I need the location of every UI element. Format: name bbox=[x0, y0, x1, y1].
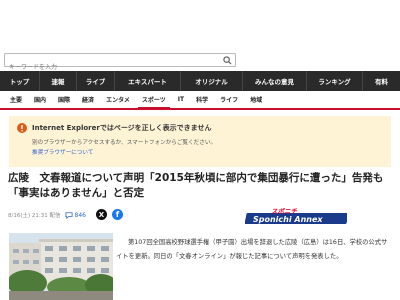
tab-opinions[interactable]: みんなの意見 bbox=[243, 71, 307, 91]
article-body: 第107回全国高校野球選手権（甲子園）出場を辞退した広陵（広島）は16日、学校の… bbox=[116, 239, 388, 260]
tab-ranking[interactable]: ランキング bbox=[307, 71, 363, 91]
search-icon[interactable] bbox=[223, 56, 232, 65]
browser-warning: Internet Explorerではページを正しく表示できません 別のブラウザ… bbox=[9, 116, 391, 167]
article-photo[interactable] bbox=[9, 233, 113, 300]
site-header bbox=[0, 0, 400, 44]
comment-count[interactable]: 846 bbox=[75, 212, 86, 219]
warning-icon bbox=[17, 123, 27, 133]
share-x-button[interactable]: X bbox=[96, 209, 107, 220]
school-building-image bbox=[9, 233, 113, 300]
tab-top[interactable]: トップ bbox=[0, 71, 40, 91]
tab-paid[interactable]: 有料 bbox=[363, 71, 400, 91]
category-main[interactable]: 主要 bbox=[4, 91, 28, 108]
tab-original[interactable]: オリジナル bbox=[181, 71, 243, 91]
article-headline: 広陵 文春報道について声明「2015年秋頃に部内で集団暴行に遭った」告発も「事実… bbox=[8, 172, 384, 199]
logo-text: Sponichi Annex bbox=[253, 215, 323, 224]
category-economy[interactable]: 経済 bbox=[76, 91, 100, 108]
category-entertainment[interactable]: エンタメ bbox=[100, 91, 136, 108]
warning-title: Internet Explorerではページを正しく表示できません bbox=[32, 124, 212, 132]
category-sports[interactable]: スポーツ bbox=[136, 91, 172, 110]
category-nav: 主要 国内 国際 経済 エンタメ スポーツ IT 科学 ライフ 地域 bbox=[0, 91, 400, 110]
category-local[interactable]: 地域 bbox=[244, 91, 268, 108]
sponichi-annex-logo[interactable]: スポニチ Sponichi Annex bbox=[245, 207, 347, 225]
article-meta: 8/16(土) 21:31 配信 846 bbox=[8, 211, 86, 220]
search-field[interactable] bbox=[4, 53, 236, 74]
category-domestic[interactable]: 国内 bbox=[28, 91, 52, 108]
main-nav: トップ 速報 ライブ エキスパート オリジナル みんなの意見 ランキング 有料 bbox=[0, 71, 400, 91]
category-it[interactable]: IT bbox=[172, 91, 190, 108]
warning-text: 別のブラウザーからアクセスするか、スマートフォンからご覧ください。 bbox=[32, 140, 217, 146]
tab-live[interactable]: ライブ bbox=[77, 71, 115, 91]
comment-icon[interactable] bbox=[65, 211, 73, 219]
recommended-browser-link[interactable]: 推奨ブラウザーについて bbox=[32, 148, 93, 156]
category-life[interactable]: ライフ bbox=[214, 91, 244, 108]
tab-breaking[interactable]: 速報 bbox=[40, 71, 77, 91]
article-date: 8/16(土) 21:31 配信 bbox=[8, 213, 61, 219]
tab-expert[interactable]: エキスパート bbox=[115, 71, 181, 91]
category-science[interactable]: 科学 bbox=[190, 91, 214, 108]
share-facebook-button[interactable]: f bbox=[112, 209, 123, 220]
category-international[interactable]: 国際 bbox=[52, 91, 76, 108]
